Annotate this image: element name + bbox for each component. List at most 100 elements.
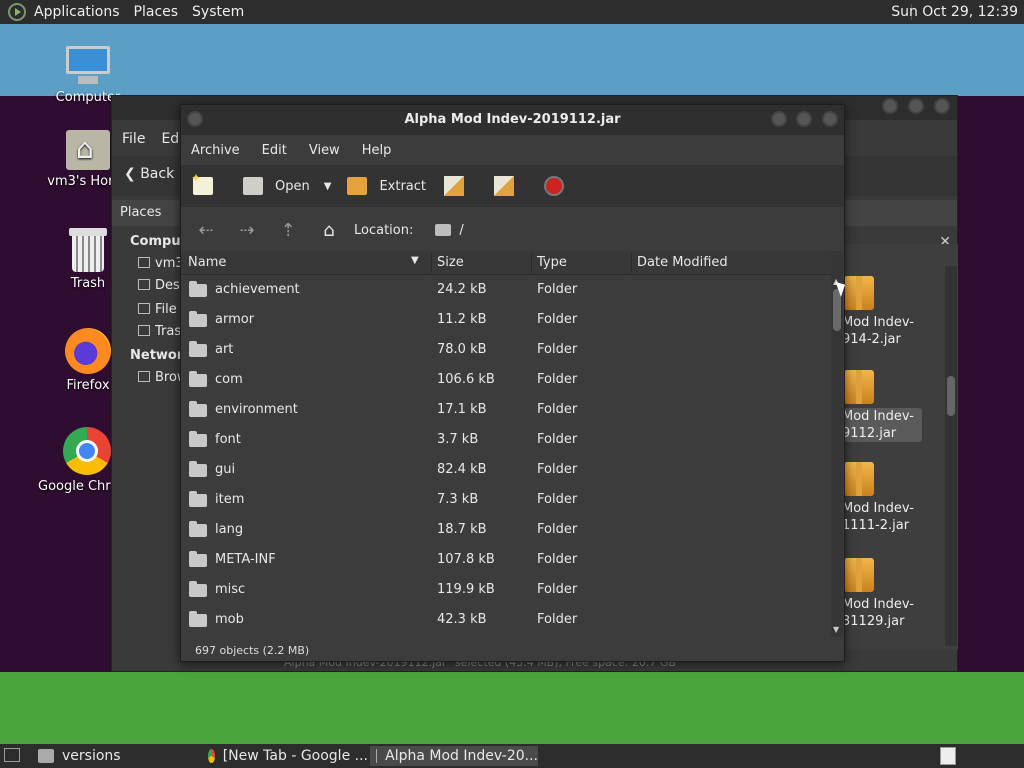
table-row[interactable]: com 106.6 kB Folder (181, 365, 831, 395)
cell-name: art (215, 342, 234, 357)
up-arrow-icon[interactable]: ⇡ (275, 220, 301, 241)
menu-help[interactable]: Help (362, 143, 392, 158)
table-row[interactable]: mob 42.3 kB Folder (181, 605, 831, 635)
menu-system[interactable]: System (192, 4, 244, 20)
folder-icon (435, 224, 452, 236)
distro-logo-icon[interactable] (8, 3, 26, 21)
cell-type: Folder (537, 462, 578, 477)
add-folder-button[interactable] (494, 176, 526, 196)
table-row[interactable]: item 7.3 kB Folder (181, 485, 831, 515)
add-files-button[interactable] (444, 176, 476, 196)
cell-size: 42.3 kB (437, 612, 487, 627)
table-row[interactable]: environment 17.1 kB Folder (181, 395, 831, 425)
table-row[interactable]: font 3.7 kB Folder (181, 425, 831, 455)
maximize-button[interactable] (796, 111, 812, 127)
home-icon[interactable]: ⌂ (316, 220, 342, 241)
minimize-button[interactable] (882, 98, 898, 114)
vertical-scrollbar[interactable] (945, 266, 957, 646)
status-bar: 697 objects (2.2 MB) (195, 644, 310, 657)
show-desktop-icon[interactable] (4, 748, 20, 762)
open-label: Open (275, 178, 310, 194)
close-button[interactable] (822, 111, 838, 127)
jar-file-icon (844, 370, 874, 404)
new-archive-button[interactable] (191, 171, 225, 195)
menu-archive[interactable]: Archive (191, 143, 240, 158)
minimize-button[interactable] (771, 111, 787, 127)
location-path[interactable]: / (459, 223, 463, 238)
folder-icon (189, 371, 207, 387)
cell-size: 24.2 kB (437, 282, 487, 297)
back-button[interactable]: ❮ Back (124, 166, 174, 182)
file-item[interactable]: Mod Indev- 31129.jar (842, 558, 922, 630)
stop-button[interactable] (544, 176, 576, 196)
taskbar-item-archive[interactable]: Alpha Mod Indev-20... (370, 746, 538, 766)
cell-size: 11.2 kB (437, 312, 487, 327)
menu-applications[interactable]: Applications (34, 4, 120, 20)
column-type[interactable]: Type (537, 255, 567, 270)
table-row[interactable]: META-INF 107.8 kB Folder (181, 545, 831, 575)
column-name[interactable]: Name (188, 255, 226, 270)
archive-icon (376, 749, 378, 763)
workspace-switcher[interactable] (940, 747, 956, 765)
sidebar: Computer vm3 Desktop File System Trash N… (112, 226, 261, 666)
clock[interactable]: Sun Oct 29, 12:39 (891, 4, 1018, 20)
file-item-selected[interactable]: Mod Indev- 9112.jar (842, 370, 922, 442)
folder-icon (189, 341, 207, 357)
column-size[interactable]: Size (437, 255, 464, 270)
cell-size: 106.6 kB (437, 372, 495, 387)
bottom-panel: versions [New Tab - Google ... Alpha Mod… (0, 744, 1024, 768)
trash-icon (138, 325, 150, 336)
vertical-scrollbar[interactable]: ▲ ▼ (831, 251, 843, 637)
taskbar-item-chrome[interactable]: [New Tab - Google ... (202, 746, 368, 766)
cell-type: Folder (537, 312, 578, 327)
open-icon (243, 177, 263, 195)
places-label: Places (120, 205, 162, 220)
jar-file-icon (844, 462, 874, 496)
stop-icon (544, 176, 564, 196)
extract-button[interactable]: Extract (347, 177, 426, 195)
menu-edit[interactable]: Edit (262, 143, 287, 158)
cell-size: 82.4 kB (437, 462, 487, 477)
taskbar-item-versions[interactable]: versions (32, 746, 200, 766)
folder-icon (189, 581, 207, 597)
window-menu-button[interactable] (187, 111, 203, 127)
folder-icon (189, 311, 207, 327)
task-label: Alpha Mod Indev-20... (385, 748, 538, 764)
folder-icon (189, 431, 207, 447)
menu-view[interactable]: View (309, 143, 340, 158)
folder-icon (189, 491, 207, 507)
table-row[interactable]: armor 11.2 kB Folder (181, 305, 831, 335)
toolbar: Open ▼ Extract (181, 165, 844, 207)
table-row[interactable]: misc 119.9 kB Folder (181, 575, 831, 605)
table-row[interactable]: gui 82.4 kB Folder (181, 455, 831, 485)
table-row[interactable]: achievement 24.2 kB Folder (181, 275, 831, 305)
menubar: Archive Edit View Help (181, 137, 413, 163)
extract-icon (347, 177, 368, 195)
location-label: Location: (354, 222, 414, 238)
sidebar-item-home[interactable]: vm3 (138, 256, 184, 271)
scrollbar-thumb[interactable] (947, 376, 955, 416)
open-dropdown-icon[interactable]: ▼ (324, 181, 332, 192)
window-titlebar[interactable]: Alpha Mod Indev-2019112.jar (181, 105, 844, 135)
table-row[interactable]: art 78.0 kB Folder (181, 335, 831, 365)
scroll-down-arrow-icon[interactable]: ▼ (833, 625, 839, 634)
cell-type: Folder (537, 492, 578, 507)
cell-name: achievement (215, 282, 300, 297)
maximize-button[interactable] (908, 98, 924, 114)
wallpaper-sky (0, 24, 1024, 96)
forward-arrow-icon[interactable]: ⇢ (234, 220, 260, 241)
file-item[interactable]: Mod Indev- 914-2.jar (842, 276, 922, 348)
menu-places[interactable]: Places (134, 4, 179, 20)
table-row[interactable]: lang 18.7 kB Folder (181, 515, 831, 545)
column-date-modified[interactable]: Date Modified (637, 255, 728, 270)
menu-file[interactable]: File (122, 131, 145, 147)
sort-descending-icon: ▼ (411, 255, 419, 266)
back-arrow-icon[interactable]: ⇠ (193, 220, 219, 241)
cell-type: Folder (537, 612, 578, 627)
close-button[interactable] (934, 98, 950, 114)
task-label: versions (62, 748, 121, 764)
task-label: [New Tab - Google ... (222, 748, 368, 764)
open-button[interactable]: Open (243, 177, 310, 195)
file-item[interactable]: Mod Indev- 1111-2.jar (842, 462, 922, 534)
jar-file-icon (844, 558, 874, 592)
